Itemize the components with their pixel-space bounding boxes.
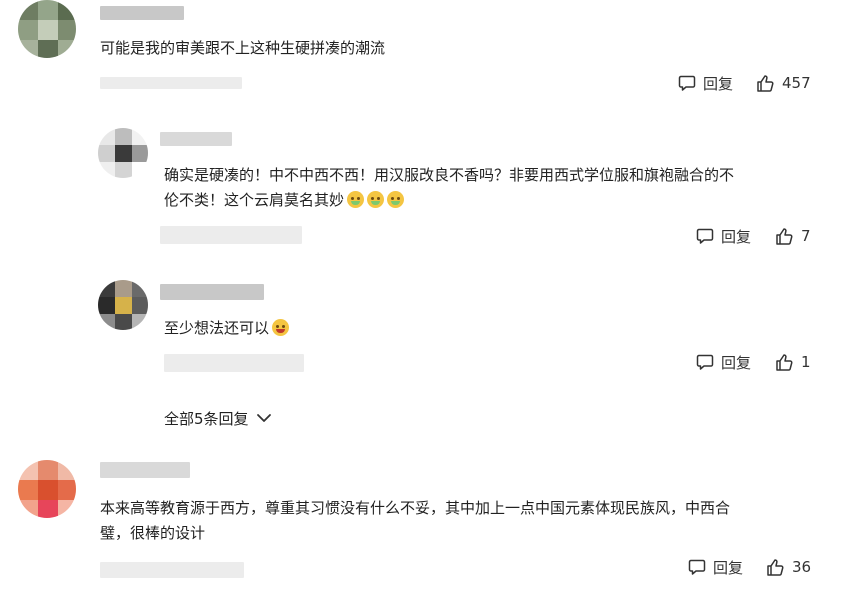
avatar[interactable]	[98, 280, 148, 330]
like-count: 36	[792, 558, 812, 576]
reply-button[interactable]: 回复	[696, 224, 751, 248]
comment-text-line: 本来高等教育源于西方，尊重其习惯没有什么不妥，其中加上一点中国元素体现民族风，中…	[100, 499, 731, 517]
comment-text: 确实是硬凑的！中不中西不西！用汉服改良不香吗？非要用西式学位服和旗袍融合的不 伦…	[164, 163, 824, 213]
reply-label: 回复	[713, 558, 744, 577]
comment-text: 本来高等教育源于西方，尊重其习惯没有什么不妥，其中加上一点中国元素体现民族风，中…	[100, 496, 830, 546]
comment-text: 可能是我的审美跟不上这种生硬拼凑的潮流	[100, 39, 386, 57]
thumbs-up-icon	[776, 353, 793, 371]
comment-text-line: 璧，很棒的设计	[100, 524, 206, 542]
show-all-replies-label: 全部5条回复	[164, 409, 249, 428]
comment-meta-redacted	[164, 354, 304, 372]
like-button[interactable]: 36	[766, 555, 811, 579]
username-redacted[interactable]	[160, 132, 232, 146]
comment-meta-redacted	[100, 77, 242, 89]
comment-bubble-icon	[696, 228, 714, 244]
comment-bubble-icon	[696, 354, 714, 370]
username-redacted[interactable]	[100, 6, 184, 20]
chevron-down-icon	[256, 414, 271, 422]
reply-button[interactable]: 回复	[696, 350, 751, 374]
thumbs-up-icon	[776, 227, 793, 245]
vomit-emoji-icon	[347, 191, 365, 208]
comment-meta-redacted	[100, 562, 244, 578]
thumbs-up-icon	[757, 74, 774, 92]
show-all-replies-button[interactable]: 全部5条回复	[164, 406, 273, 430]
vomit-emoji-icon	[367, 191, 385, 208]
comment-text: 至少想法还可以	[164, 316, 290, 341]
comment-bubble-icon	[688, 559, 706, 575]
comment-text-line: 伦不类！这个云肩莫名其妙	[164, 188, 824, 213]
like-button[interactable]: 1	[775, 350, 811, 374]
like-count: 457	[782, 74, 811, 92]
reply-label: 回复	[721, 227, 752, 246]
like-count: 1	[801, 353, 811, 371]
reply-button[interactable]: 回复	[688, 555, 743, 579]
comment-bubble-icon	[678, 75, 696, 91]
comment-text-line: 确实是硬凑的！中不中西不西！用汉服改良不香吗？非要用西式学位服和旗袍融合的不	[164, 166, 735, 184]
username-redacted[interactable]	[100, 462, 190, 478]
comment-meta-redacted	[160, 226, 302, 244]
reply-label: 回复	[703, 74, 734, 93]
avatar[interactable]	[18, 460, 76, 518]
avatar[interactable]	[18, 0, 76, 58]
like-button[interactable]: 7	[775, 224, 811, 248]
like-count: 7	[801, 227, 811, 245]
vomit-emoji-icon	[387, 191, 405, 208]
reply-label: 回复	[721, 353, 752, 372]
laughing-emoji-icon	[272, 319, 290, 336]
thumbs-up-icon	[767, 558, 784, 576]
username-redacted[interactable]	[160, 284, 264, 300]
avatar[interactable]	[98, 128, 148, 178]
like-button[interactable]: 457	[756, 71, 811, 95]
reply-button[interactable]: 回复	[678, 71, 733, 95]
